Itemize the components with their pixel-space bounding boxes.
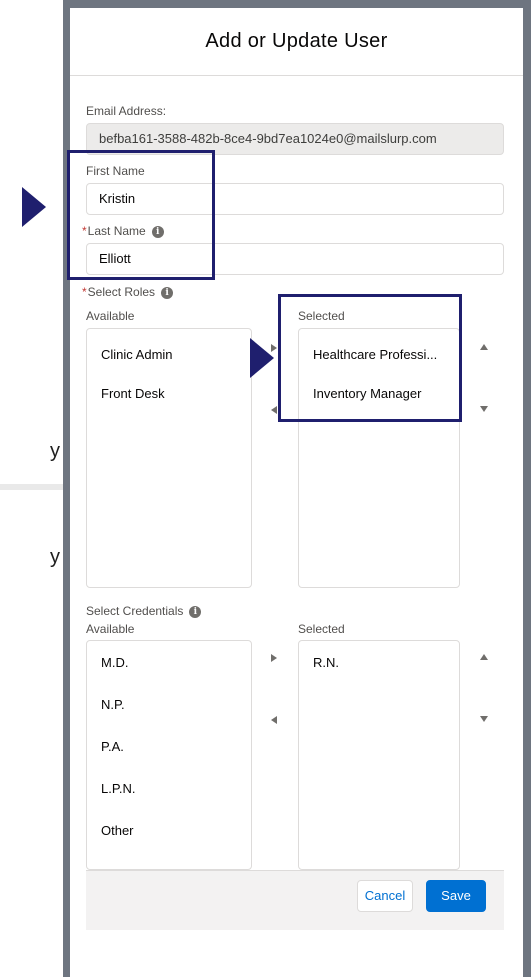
list-item[interactable]: Other xyxy=(101,823,134,838)
move-left-arrow-icon[interactable] xyxy=(271,406,277,414)
list-item[interactable]: N.P. xyxy=(101,697,125,712)
move-up-arrow-icon[interactable] xyxy=(480,344,488,350)
backdrop-text-fragment: y xyxy=(50,440,60,462)
modal-footer: Cancel Save xyxy=(86,870,504,930)
move-left-arrow-icon[interactable] xyxy=(271,716,277,724)
modal-title: Add or Update User xyxy=(205,30,388,52)
annotation-pointer-icon xyxy=(250,338,274,378)
roles-available-label: Available xyxy=(86,309,135,323)
email-label: Email Address: xyxy=(86,104,167,118)
annotation-highlight-selected-roles xyxy=(278,294,462,422)
credentials-available-listbox[interactable]: M.D. N.P. P.A. L.P.N. Other xyxy=(86,640,252,870)
backdrop-divider xyxy=(0,484,64,490)
backdrop-text-fragment: y xyxy=(50,546,60,568)
annotation-pointer-icon xyxy=(22,187,46,227)
required-marker: * xyxy=(82,285,87,299)
list-item[interactable]: L.P.N. xyxy=(101,781,135,796)
list-item[interactable]: M.D. xyxy=(101,655,128,670)
credentials-selected-listbox[interactable]: R.N. xyxy=(298,640,460,870)
select-roles-label: Select Roles xyxy=(87,285,156,299)
select-credentials-label-row: Select Credentials i xyxy=(86,604,202,618)
move-up-arrow-icon[interactable] xyxy=(480,654,488,660)
save-button[interactable]: Save xyxy=(426,880,486,912)
list-item[interactable]: R.N. xyxy=(313,655,339,670)
roles-available-listbox[interactable]: Clinic Admin Front Desk xyxy=(86,328,252,588)
list-item[interactable]: Front Desk xyxy=(101,386,165,401)
select-credentials-label: Select Credentials xyxy=(86,604,184,618)
list-item[interactable]: Clinic Admin xyxy=(101,347,173,362)
modal-header: Add or Update User xyxy=(70,8,523,76)
move-down-arrow-icon[interactable] xyxy=(480,716,488,722)
annotation-highlight-name-fields xyxy=(67,150,215,280)
info-icon[interactable]: i xyxy=(161,286,174,299)
move-down-arrow-icon[interactable] xyxy=(480,406,488,412)
select-roles-label-row: *Select Roles i xyxy=(82,285,174,299)
credentials-available-label: Available xyxy=(86,622,135,636)
credentials-selected-label: Selected xyxy=(298,622,345,636)
info-icon[interactable]: i xyxy=(189,605,202,618)
list-item[interactable]: P.A. xyxy=(101,739,124,754)
move-right-arrow-icon[interactable] xyxy=(271,654,277,662)
cancel-button[interactable]: Cancel xyxy=(357,880,413,912)
